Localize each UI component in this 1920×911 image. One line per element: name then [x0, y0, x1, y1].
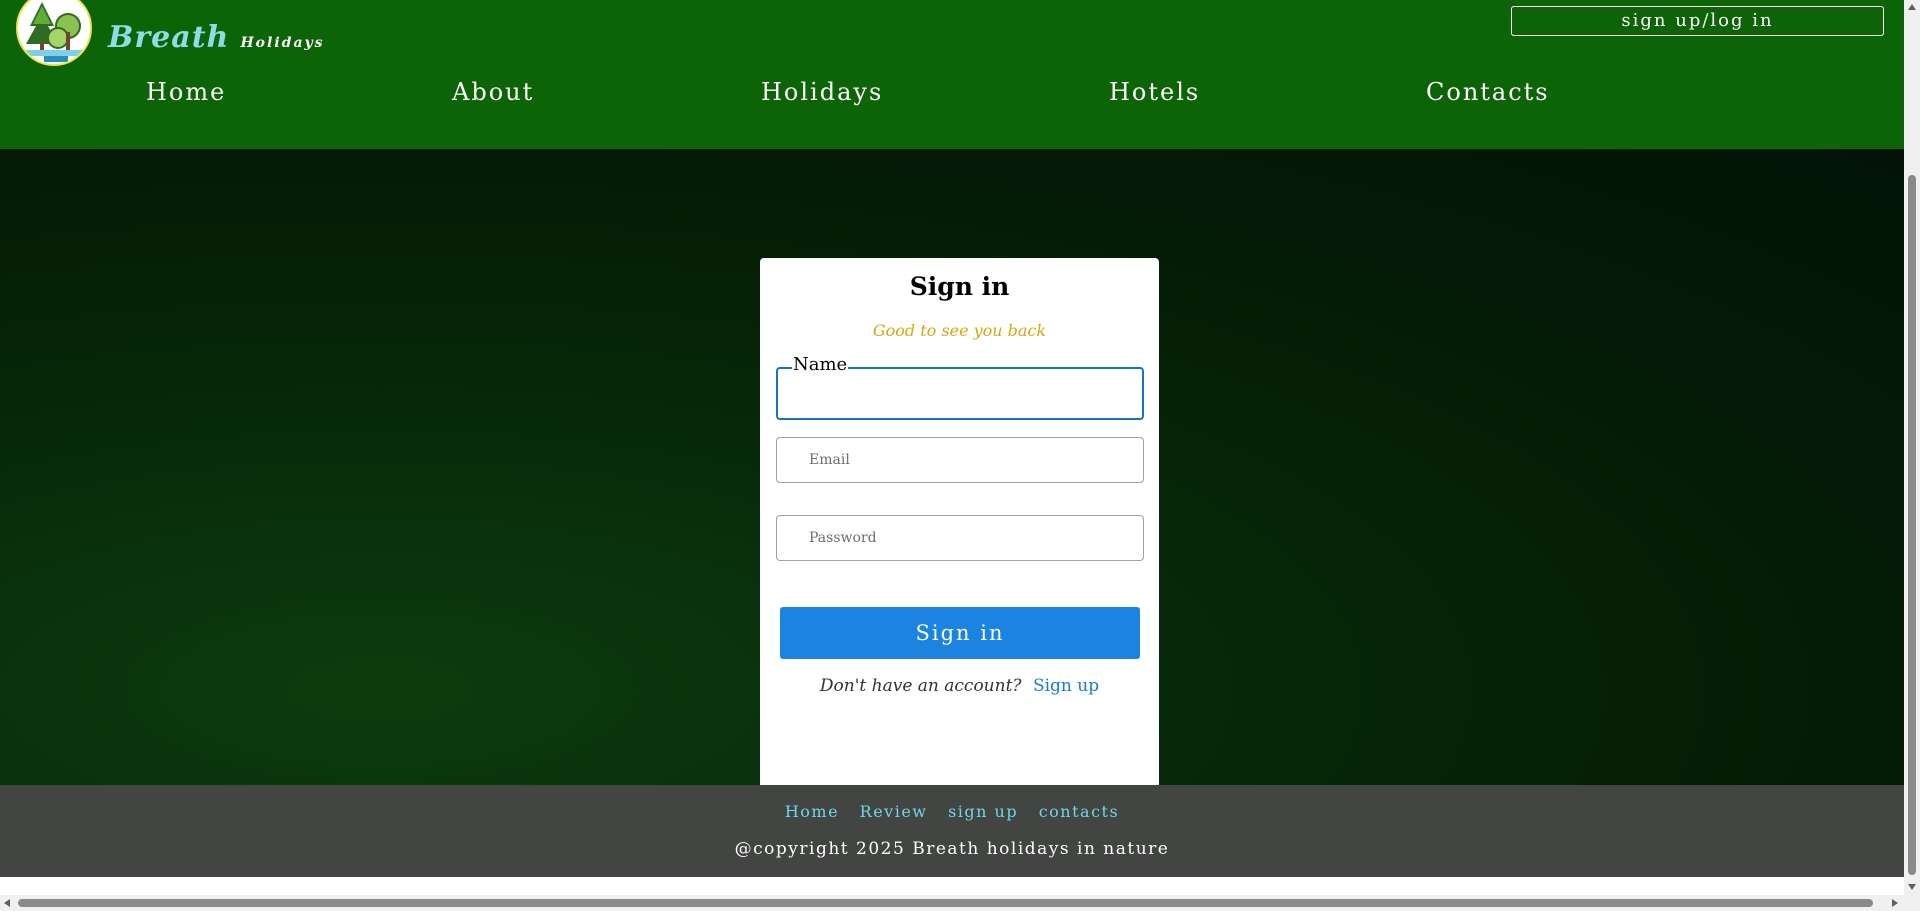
scroll-up-arrow-icon[interactable]	[1908, 4, 1916, 10]
scrollbar-corner	[1904, 895, 1920, 911]
logo[interactable]	[16, 0, 96, 70]
copyright-text: @copyright 2025 Breath holidays in natur…	[734, 839, 1170, 859]
signin-title: Sign in	[909, 272, 1010, 301]
nav-item-home[interactable]: Home	[146, 78, 226, 106]
page-viewport: Breath Holidays sign up/log in Home Abou…	[0, 0, 1904, 895]
brand-name[interactable]: Breath Holidays	[108, 20, 325, 55]
brand-main-text: Breath	[108, 20, 230, 55]
tree-logo-icon	[16, 0, 92, 66]
signup-prompt-text: Don't have an account?	[819, 676, 1022, 696]
footer-link-review[interactable]: Review	[860, 802, 928, 821]
footer-link-contacts[interactable]: contacts	[1039, 802, 1119, 821]
signup-login-button[interactable]: sign up/log in	[1511, 6, 1884, 36]
password-field-box	[776, 515, 1144, 561]
signin-card: Sign in Good to see you back Name Sign i…	[760, 258, 1159, 785]
horizontal-scrollbar[interactable]	[0, 895, 1904, 911]
vertical-scroll-thumb[interactable]	[1908, 175, 1916, 875]
brand-sub-text: Holidays	[240, 35, 325, 51]
site-header: Breath Holidays sign up/log in Home Abou…	[0, 0, 1904, 149]
nav-item-hotels[interactable]: Hotels	[1109, 78, 1200, 106]
scroll-down-arrow-icon[interactable]	[1908, 884, 1916, 890]
signup-link[interactable]: Sign up	[1033, 676, 1099, 696]
nav-item-contacts[interactable]: Contacts	[1426, 78, 1550, 106]
scroll-right-arrow-icon[interactable]	[1892, 899, 1898, 907]
horizontal-scroll-thumb[interactable]	[18, 899, 1873, 907]
email-field-box	[776, 437, 1144, 483]
email-field[interactable]	[777, 438, 1143, 482]
nav-item-about[interactable]: About	[452, 78, 534, 106]
signup-prompt: Don't have an account? Sign up	[760, 676, 1159, 696]
footer-link-home[interactable]: Home	[785, 802, 839, 821]
nav-item-holidays[interactable]: Holidays	[761, 78, 883, 106]
signin-button[interactable]: Sign in	[780, 607, 1140, 659]
site-footer: Home Review sign up contacts @copyright …	[0, 785, 1904, 877]
footer-link-signup[interactable]: sign up	[948, 802, 1018, 821]
name-field-label: Name	[792, 354, 849, 375]
signin-subtitle: Good to see you back	[872, 321, 1047, 340]
footer-links: Home Review sign up contacts	[0, 802, 1904, 821]
scroll-left-arrow-icon[interactable]	[4, 899, 10, 907]
vertical-scrollbar[interactable]	[1904, 0, 1920, 895]
password-field[interactable]	[777, 516, 1143, 560]
